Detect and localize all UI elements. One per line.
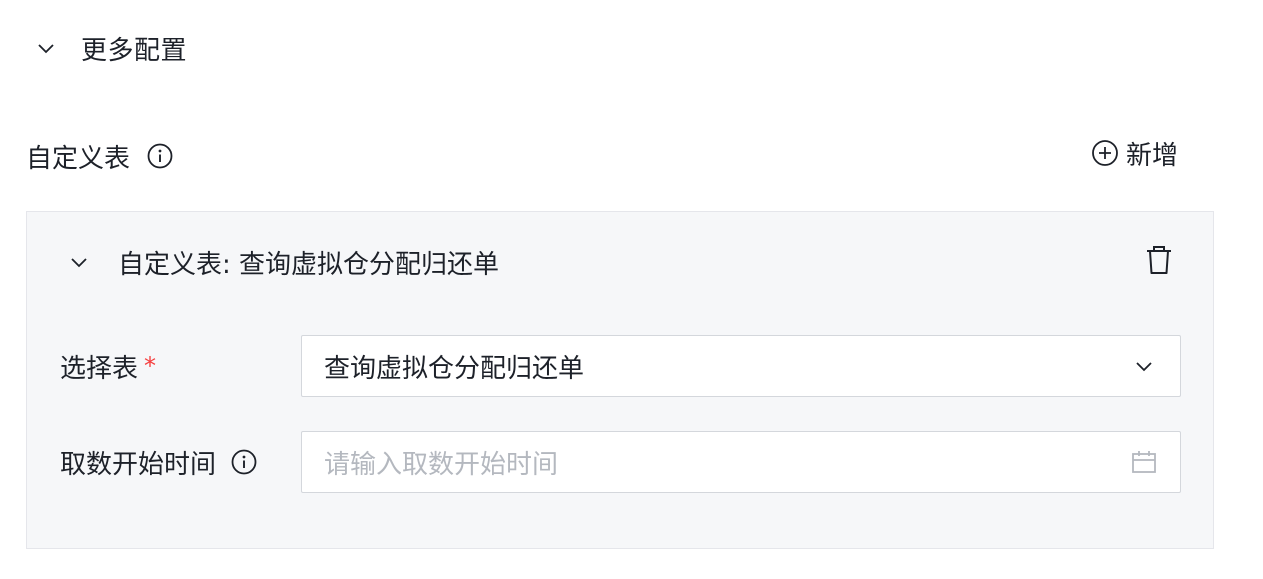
required-mark: * (144, 352, 157, 380)
select-table-dropdown[interactable]: 查询虚拟仓分配归还单 (301, 335, 1181, 397)
plus-circle-icon (1090, 138, 1120, 168)
chevron-down-icon (34, 36, 58, 60)
select-table-row: 选择表 * 查询虚拟仓分配归还单 (60, 334, 1181, 398)
start-time-row: 取数开始时间 请输入取数开始时间 (60, 430, 1181, 494)
start-time-label-wrap: 取数开始时间 (60, 444, 301, 481)
page-root: 更多配置 自定义表 新增 自定义表: 查询虚拟仓分配归还单 选择表 * 查询虚拟… (0, 0, 1263, 579)
info-circle-icon[interactable] (146, 142, 174, 170)
trash-icon (1144, 244, 1174, 280)
start-time-date-picker[interactable]: 请输入取数开始时间 (301, 431, 1181, 493)
delete-custom-table-button[interactable] (1141, 244, 1177, 280)
select-table-value: 查询虚拟仓分配归还单 (324, 353, 585, 384)
custom-table-panel-toggle[interactable]: 自定义表: 查询虚拟仓分配归还单 (67, 242, 499, 282)
chevron-down-icon (67, 250, 91, 274)
more-config-title: 更多配置 (81, 35, 188, 66)
select-table-label: 选择表 (60, 353, 139, 384)
custom-table-panel-title: 自定义表: 查询虚拟仓分配归还单 (118, 249, 500, 280)
add-button-label: 新增 (1126, 140, 1179, 171)
calendar-icon (1130, 448, 1158, 476)
start-time-label: 取数开始时间 (60, 449, 217, 480)
custom-table-header: 自定义表 (26, 136, 174, 176)
chevron-down-icon (1130, 352, 1158, 380)
custom-table-title: 自定义表 (26, 143, 131, 174)
more-config-toggle[interactable]: 更多配置 (34, 28, 187, 68)
custom-table-panel: 自定义表: 查询虚拟仓分配归还单 选择表 * 查询虚拟仓分配归还单 取数开始时间… (26, 211, 1214, 549)
add-custom-table-button[interactable]: 新增 (1090, 134, 1178, 172)
select-table-label-wrap: 选择表 * (60, 348, 301, 385)
info-circle-icon[interactable] (230, 448, 258, 476)
start-time-placeholder: 请输入取数开始时间 (324, 449, 559, 480)
